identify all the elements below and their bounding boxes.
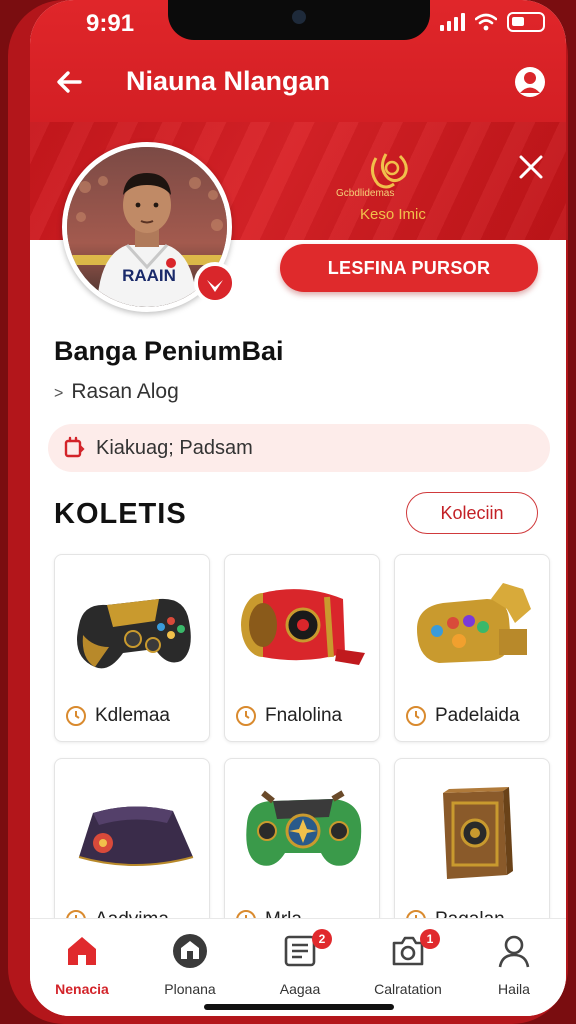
home-icon (68, 937, 96, 965)
verified-badge-icon (194, 262, 236, 304)
info-pill[interactable]: Kiakuag; Padsam (48, 424, 550, 472)
jersey-text: RAAIN (122, 266, 176, 285)
clock-icon (236, 706, 256, 726)
user-icon (498, 935, 530, 968)
status-time: 9:91 (86, 10, 135, 37)
collection-title: KOLETIS (54, 498, 187, 530)
wifi-icon (475, 13, 497, 31)
red-cannon-icon (241, 589, 365, 665)
nav-item-profile[interactable]: Haila (464, 931, 564, 997)
card-label: Fnalolina (235, 705, 342, 727)
battery-icon (507, 12, 545, 32)
user-handle-text: Rasan Alog (71, 380, 179, 403)
collection-card[interactable]: Padelaida (394, 554, 550, 742)
account-icon[interactable] (510, 62, 550, 102)
phone-frame: 9:91 Niauna Nlangan Gcbdlidemas Keso Imi… (8, 0, 568, 1024)
gamepad-gold-icon (77, 598, 191, 669)
gold-gauntlet-icon (417, 583, 531, 663)
camera-dot (292, 10, 306, 24)
banner-logo-text: Gcbdlidemas (336, 188, 395, 199)
bottom-navigation: Nenacia Plonana 2 Aagaa 1 Calratation Ha… (30, 918, 566, 1016)
card-title: Padelaida (435, 705, 520, 726)
device-notch (168, 0, 430, 40)
card-label: Padelaida (405, 705, 520, 727)
shop-icon (173, 934, 207, 968)
app-header: Niauna Nlangan (30, 56, 566, 112)
collection-card[interactable]: Kdlemaa (54, 554, 210, 742)
purple-pouch-icon (78, 806, 194, 866)
nav-item-list[interactable]: 2 Aagaa (250, 929, 350, 997)
banner-subtitle: Keso Imic (360, 206, 426, 223)
nav-label: Nenacia (55, 981, 109, 997)
user-name: Banga PeniumBai (54, 336, 284, 366)
primary-action-button[interactable]: LESFINA PURSOR (280, 244, 538, 292)
close-icon[interactable] (516, 152, 546, 182)
nav-label: Haila (498, 981, 530, 997)
collection-card[interactable]: Fnalolina (224, 554, 380, 742)
nav-label: Plonana (164, 981, 216, 997)
notification-badge: 1 (420, 929, 440, 949)
back-arrow-icon[interactable] (50, 62, 90, 102)
clock-icon (66, 706, 86, 726)
status-icons (440, 12, 545, 32)
nav-item-camera[interactable]: 1 Calratation (358, 929, 458, 997)
green-gamepad-icon (246, 790, 362, 866)
card-title: Kdlemaa (95, 705, 170, 726)
signal-icon (440, 13, 465, 31)
home-indicator[interactable] (204, 1004, 394, 1010)
card-label: Kdlemaa (65, 705, 170, 727)
nav-label: Calratation (374, 981, 442, 997)
page-title: Niauna Nlangan (126, 66, 331, 96)
notification-badge: 2 (312, 929, 332, 949)
app-screen: 9:91 Niauna Nlangan Gcbdlidemas Keso Imi… (30, 0, 566, 1016)
nav-item-home[interactable]: Nenacia (32, 931, 132, 997)
clock-icon (406, 706, 426, 726)
user-handle[interactable]: > Rasan Alog (54, 380, 179, 404)
nav-label: Aagaa (279, 981, 321, 997)
chevron-right-icon: > (54, 385, 64, 402)
info-text: Kiakuag; Padsam (96, 437, 253, 459)
nav-item-shop[interactable]: Plonana (140, 931, 240, 997)
bronze-book-icon (443, 787, 513, 879)
tag-icon (64, 436, 85, 458)
collection-view-all-button[interactable]: Koleciin (406, 492, 538, 534)
card-title: Fnalolina (265, 705, 343, 726)
